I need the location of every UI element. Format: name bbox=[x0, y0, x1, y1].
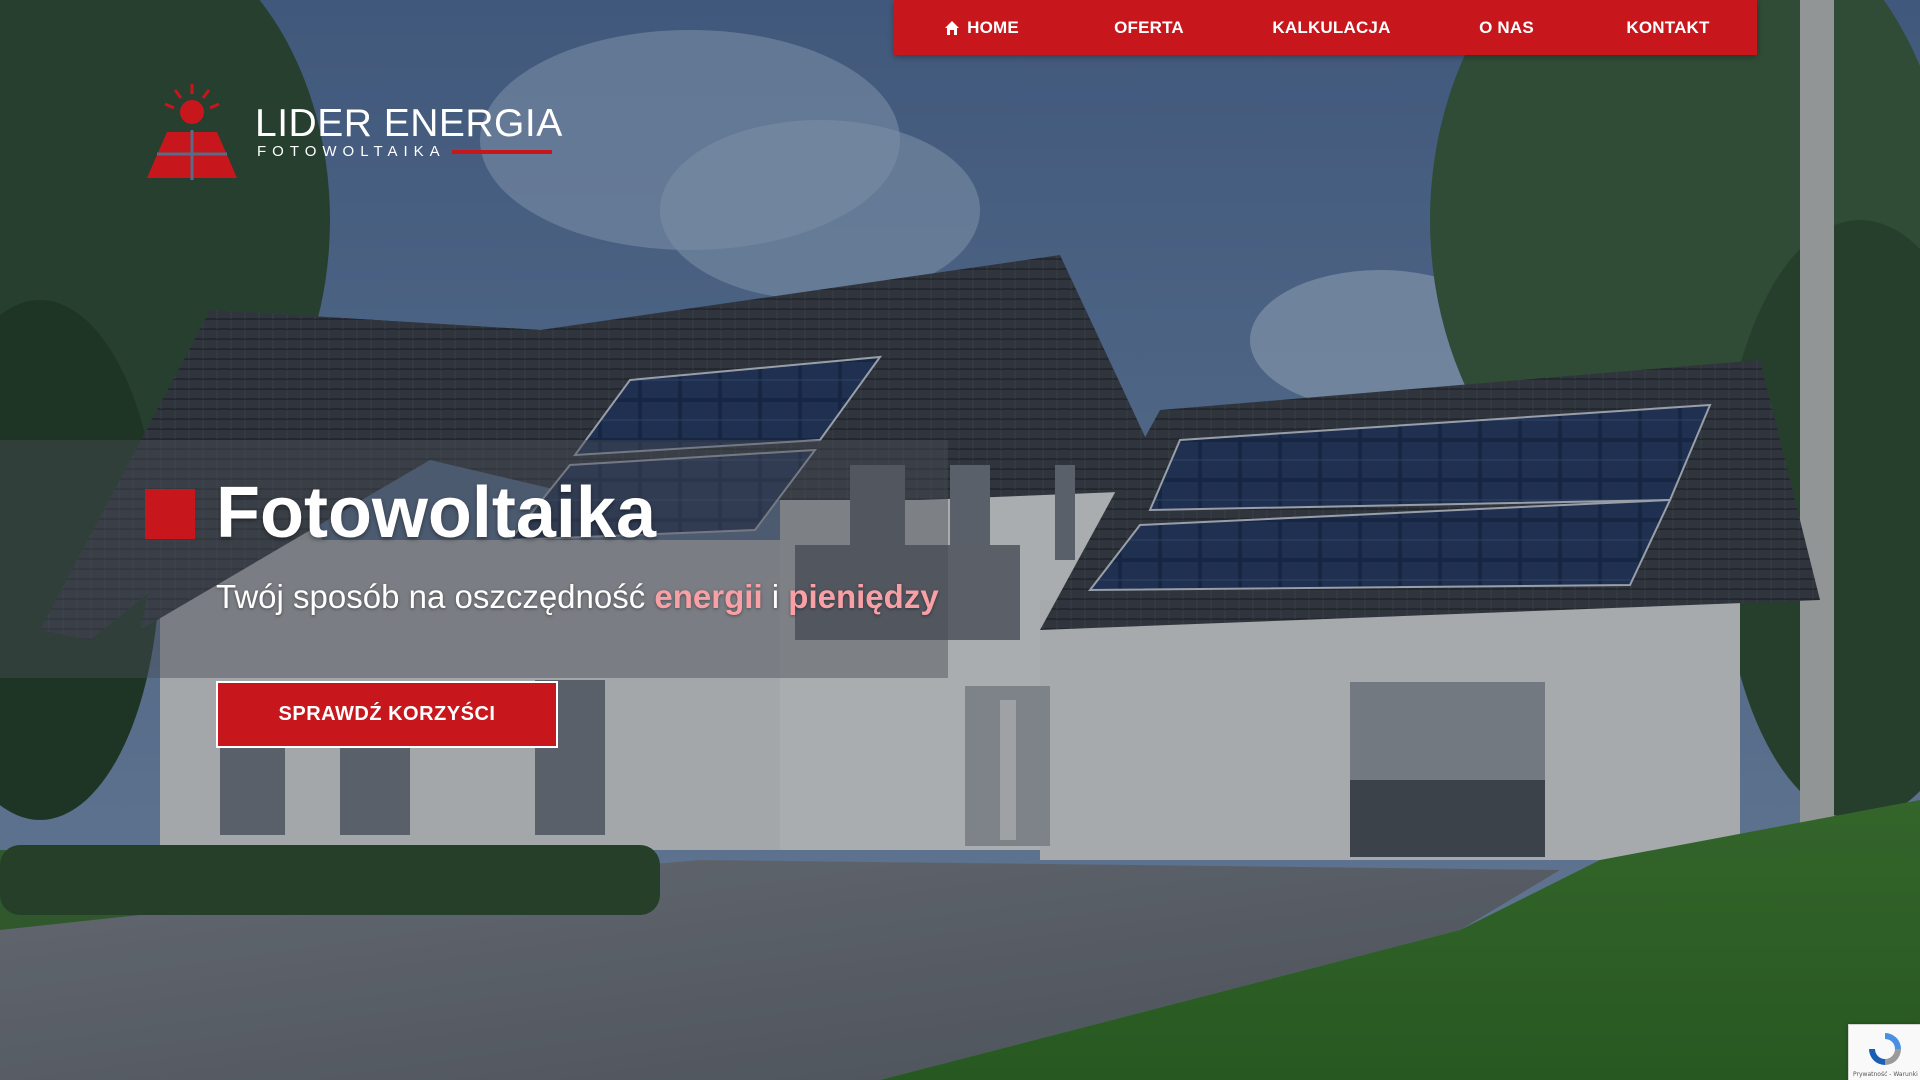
nav-kontakt[interactable]: KONTAKT bbox=[1579, 0, 1757, 55]
logo-tagline: FOTOWOLTAIKA bbox=[257, 143, 446, 160]
nav-oferta[interactable]: OFERTA bbox=[1069, 0, 1229, 55]
hero-subtitle-mid: i bbox=[762, 578, 789, 615]
check-benefits-button[interactable]: SPRAWDŹ KORZYŚCI bbox=[216, 681, 558, 748]
hero-subtitle-text: Twój sposób na oszczędność bbox=[216, 578, 655, 615]
hero-title: Fotowoltaika bbox=[216, 473, 657, 553]
nav-kalkulacja[interactable]: KALKULACJA bbox=[1229, 0, 1434, 55]
hero-subtitle: Twój sposób na oszczędność energii i pie… bbox=[216, 578, 939, 616]
main-nav: HOME OFERTA KALKULACJA O NAS KONTAKT bbox=[894, 0, 1757, 55]
title-accent-square bbox=[145, 489, 195, 539]
recaptcha-text: Prywatność - Warunki bbox=[1853, 1071, 1918, 1078]
nav-home-label: HOME bbox=[967, 17, 1019, 37]
nav-kontakt-label: KONTAKT bbox=[1626, 17, 1710, 37]
site-logo[interactable]: LIDER ENERGIA FOTOWOLTAIKA bbox=[145, 82, 565, 182]
hero-highlight-money: pieniędzy bbox=[788, 578, 939, 615]
nav-kalkulacja-label: KALKULACJA bbox=[1272, 17, 1391, 37]
recaptcha-icon bbox=[1869, 1033, 1901, 1065]
logo-name: LIDER ENERGIA bbox=[255, 102, 563, 145]
nav-home[interactable]: HOME bbox=[894, 0, 1069, 55]
logo-underline bbox=[452, 150, 552, 154]
nav-o-nas[interactable]: O NAS bbox=[1434, 0, 1579, 55]
home-icon bbox=[945, 20, 960, 35]
sun-panel-icon bbox=[147, 84, 237, 180]
nav-o-nas-label: O NAS bbox=[1479, 17, 1534, 37]
nav-oferta-label: OFERTA bbox=[1114, 17, 1184, 37]
hero-highlight-energy: energii bbox=[654, 578, 763, 615]
recaptcha-badge[interactable]: Prywatność - Warunki bbox=[1848, 1024, 1920, 1080]
